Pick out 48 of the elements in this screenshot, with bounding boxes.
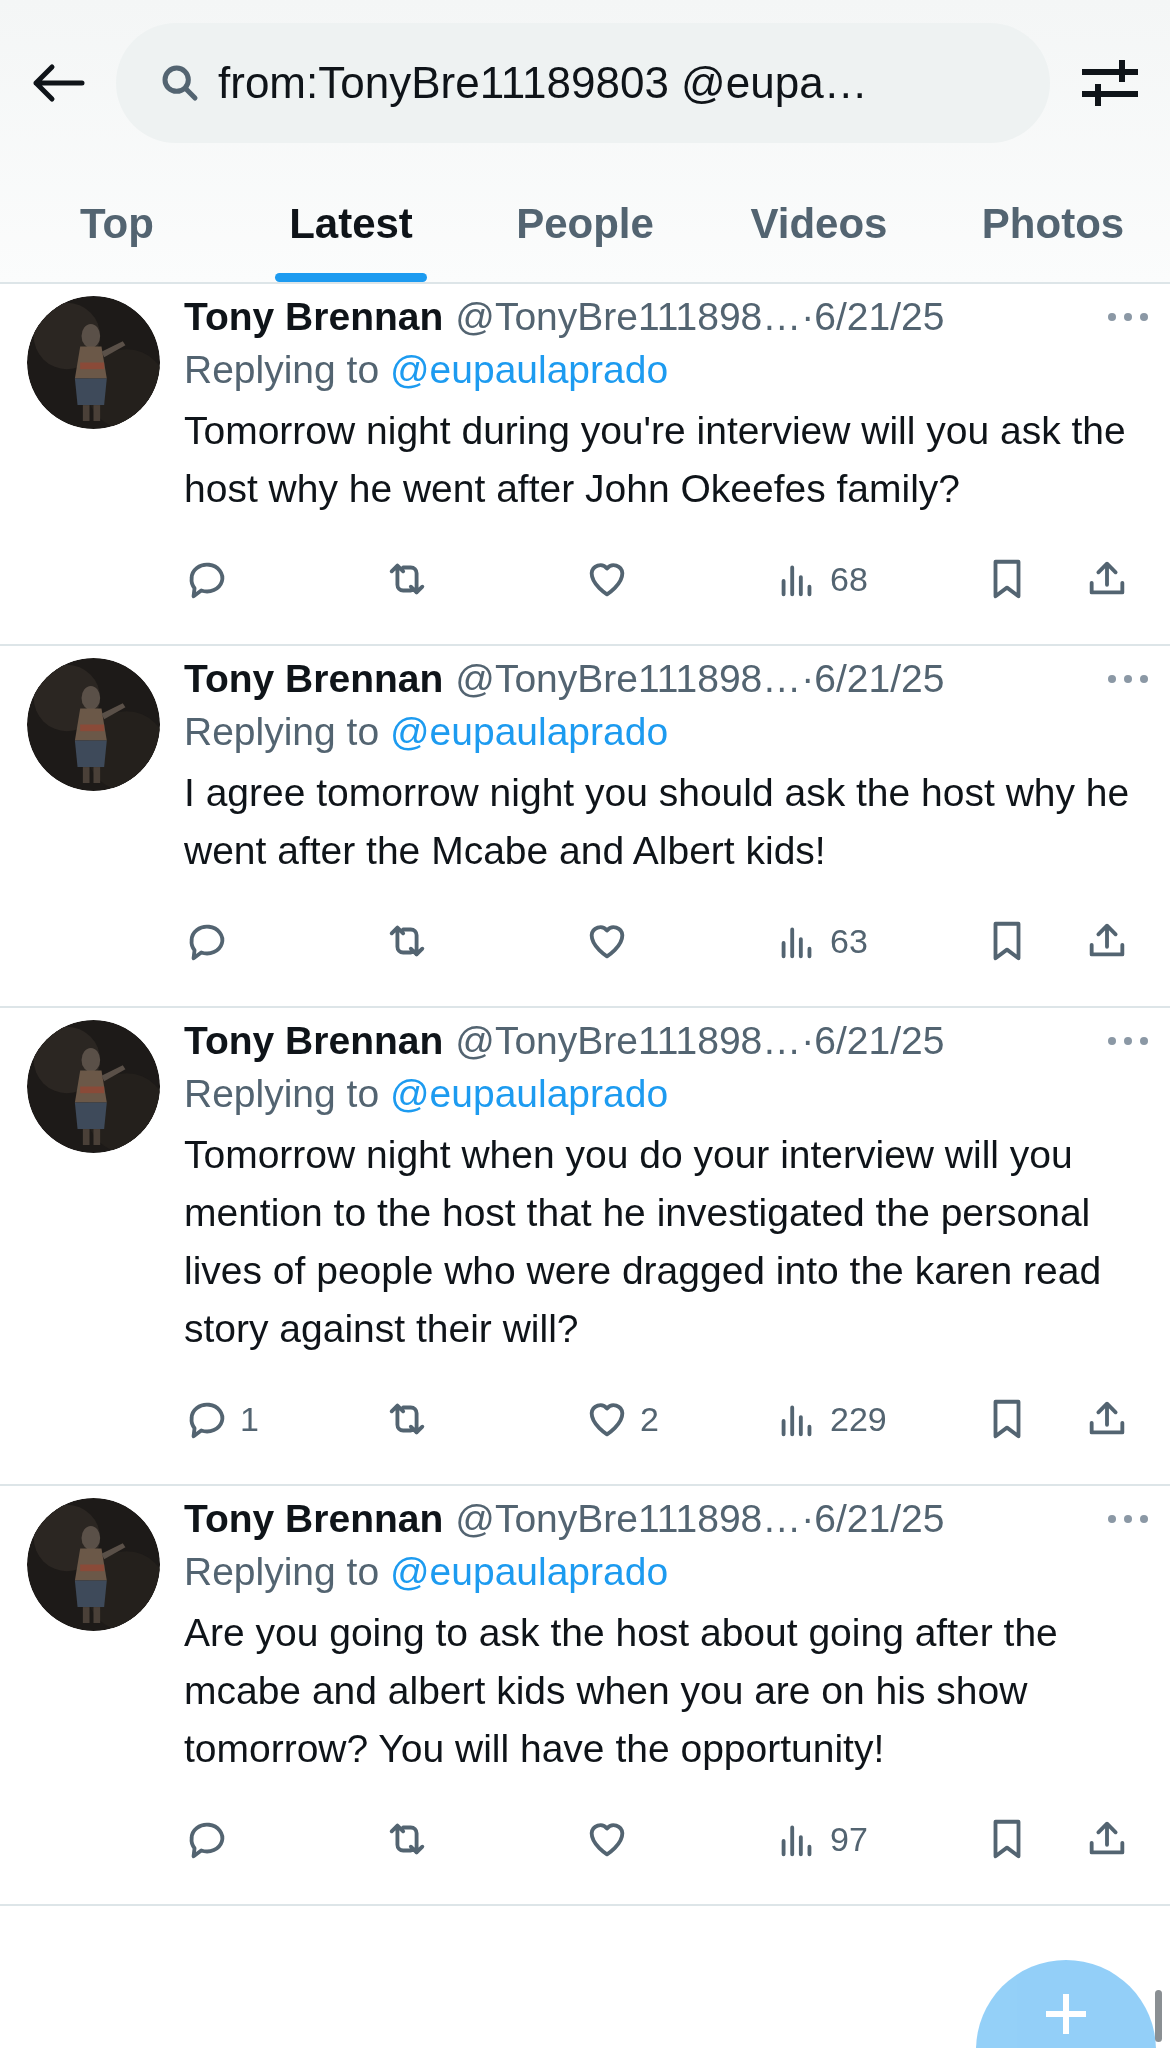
author-name[interactable]: Tony Brennan [184, 295, 444, 339]
post-text: Tomorrow night when you do your interview will you mention to the host that he investigated the personal lives of people who were dragged into the karen read story against their will? [184, 1132, 1103, 1352]
more-icon[interactable] [1106, 311, 1150, 323]
post-date: 6/21/25 [814, 1497, 945, 1541]
mention-link[interactable]: @eupaulaprado [389, 710, 669, 753]
separator-dot: · [801, 1497, 815, 1541]
mention-link[interactable]: @eupaulaprado [389, 1072, 669, 1115]
author-handle: @TonyBre111898… [455, 1497, 802, 1541]
more-icon[interactable] [1106, 673, 1150, 685]
more-icon[interactable] [1106, 1513, 1150, 1525]
search-tab[interactable]: People [504, 166, 666, 282]
scrollbar [1155, 1990, 1162, 2042]
search-icon [160, 63, 200, 103]
author-handle: @TonyBre111898… [455, 295, 802, 339]
search-field[interactable]: from:TonyBre11189803 @eupa… [116, 23, 1050, 143]
post-text: Are you going to ask the host about going after the mcabe and albert kids when you are on his show tomorrow? You will have the opportunity! [184, 1610, 1059, 1772]
mention-link[interactable]: @eupaulaprado [389, 348, 669, 391]
author-name[interactable]: Tony Brennan [184, 1497, 444, 1541]
post-date: 6/21/25 [814, 657, 945, 701]
more-icon[interactable] [1106, 1035, 1150, 1047]
replying-to-text: Replying to @eupaulaprado [184, 710, 670, 754]
separator-dot: · [801, 295, 815, 339]
post-date: 6/21/25 [814, 295, 945, 339]
view-count: 97 [830, 1819, 868, 1859]
author-name[interactable]: Tony Brennan [184, 657, 444, 701]
separator-dot: · [801, 1019, 815, 1063]
view-count: 68 [830, 559, 868, 599]
separator-dot: · [801, 657, 815, 701]
author-name[interactable]: Tony Brennan [184, 1019, 444, 1063]
post-text: I agree tomorrow night you should ask the host why he went after the Mcabe and Albert kids! [184, 770, 1131, 874]
filter-icon[interactable] [1080, 58, 1140, 108]
author-handle: @TonyBre111898… [455, 1019, 802, 1063]
search-tab[interactable]: Photos [969, 166, 1137, 282]
plus-icon [1046, 1994, 1086, 2034]
search-tab[interactable]: Latest [277, 166, 425, 282]
view-count: 63 [830, 921, 868, 961]
post-date: 6/21/25 [814, 1019, 945, 1063]
post-text: Tomorrow night during you're interview will you ask the host why he went after John Okeefes family? [184, 408, 1127, 512]
replying-to-text: Replying to @eupaulaprado [184, 1550, 670, 1594]
author-handle: @TonyBre111898… [455, 657, 802, 701]
search-tab[interactable]: Videos [738, 166, 900, 282]
search-tab[interactable]: Top [68, 166, 166, 282]
replying-to-text: Replying to @eupaulaprado [184, 348, 670, 392]
mention-link[interactable]: @eupaulaprado [389, 1550, 669, 1593]
like-count: 2 [640, 1399, 659, 1439]
reply-count: 1 [240, 1399, 259, 1439]
view-count: 229 [830, 1399, 887, 1439]
replying-to-text: Replying to @eupaulaprado [184, 1072, 670, 1116]
